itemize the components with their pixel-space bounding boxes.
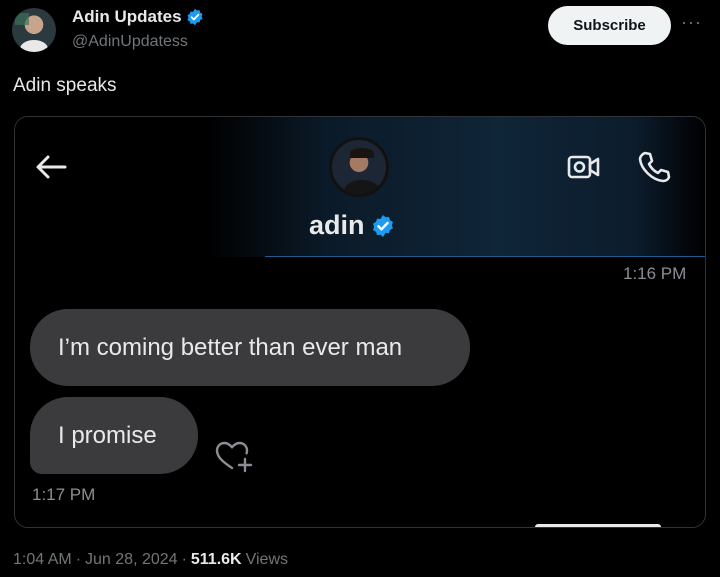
avatar-shirt xyxy=(20,40,48,52)
author-name-text[interactable]: Adin Updates xyxy=(72,7,182,27)
home-indicator-bar xyxy=(535,524,661,527)
chat-avatar xyxy=(329,137,389,197)
chat-header-divider xyxy=(265,256,705,257)
author-name[interactable]: Adin Updates xyxy=(72,7,204,27)
meta-separator: · xyxy=(181,551,187,568)
avatar-background xyxy=(15,13,29,25)
author-avatar[interactable] xyxy=(12,8,56,52)
subscribe-button[interactable]: Subscribe xyxy=(548,6,671,45)
message-text: I’m coming better than ever man xyxy=(58,333,403,361)
views-label: Views xyxy=(245,551,288,568)
message-timestamp: 1:16 PM xyxy=(623,264,687,283)
tweet-text: Adin speaks xyxy=(13,75,117,96)
tweet-date[interactable]: Jun 28, 2024 xyxy=(85,551,178,569)
author-handle[interactable]: @AdinUpdatess xyxy=(72,33,188,51)
more-options-icon[interactable]: ··· xyxy=(681,12,702,33)
chat-name: adin xyxy=(309,210,395,241)
views-count: 511.6K xyxy=(190,551,242,568)
phone-call-icon xyxy=(638,151,671,183)
message-bubble: I’m coming better than ever man xyxy=(30,309,470,386)
chat-name-text: adin xyxy=(309,210,365,240)
back-arrow-icon xyxy=(36,155,67,179)
verified-badge-icon xyxy=(187,8,203,26)
message-bubble: I promise xyxy=(30,397,198,474)
heart-add-icon xyxy=(215,441,253,473)
message-text: I promise xyxy=(58,421,157,449)
chat-avatar-hair xyxy=(350,148,374,158)
verified-badge-icon xyxy=(372,214,393,237)
meta-separator: · xyxy=(75,551,82,568)
tweet-media-image[interactable]: adin 1:16 PM I’m coming better than ever… xyxy=(14,116,706,528)
video-call-icon xyxy=(567,155,600,179)
tweet-meta: 1:04 AM · Jun 28, 2024 · 511.6K Views xyxy=(13,551,288,569)
message-timestamp: 1:17 PM xyxy=(32,485,96,504)
tweet-time[interactable]: 1:04 AM xyxy=(13,551,72,569)
